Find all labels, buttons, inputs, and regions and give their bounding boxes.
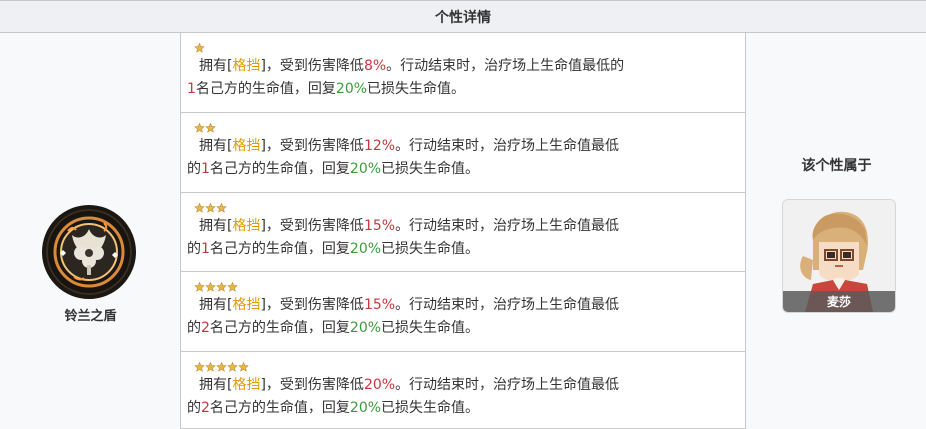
character-name: 麦莎 [783, 291, 895, 312]
target-count: 2 [201, 320, 210, 336]
owner-label: 该个性属于 [801, 158, 872, 174]
lily-shield-icon [42, 205, 136, 299]
trait-name: 铃兰之盾 [64, 309, 117, 324]
star-icon [227, 278, 238, 292]
heal-value: 20% [335, 81, 368, 97]
owner-column: 该个性属于 麦莎 [745, 33, 926, 429]
desc-text: 。行动结束时，治疗场上生命值最低 [395, 138, 620, 154]
desc-text: 。行动结束时，治疗场上生命值最低 [395, 377, 620, 393]
desc-text: 名己方的生命值，回复 [209, 400, 350, 416]
trait-level-description: 拥有[格挡]，受到伤害降低8%。行动结束时，治疗场上生命值最低的 1名己方的生命值… [187, 55, 737, 101]
desc-text: 名己方的生命值，回复 [209, 161, 350, 177]
desc-text: 。行动结束时，治疗场上生命值最低 [395, 218, 620, 234]
desc-text: ]，受到伤害降低 [260, 297, 364, 313]
star-icon [194, 358, 205, 372]
keyword-block[interactable]: 格挡 [232, 218, 260, 234]
star-icon [205, 278, 216, 292]
levels-column: 拥有[格挡]，受到伤害降低8%。行动结束时，治疗场上生命值最低的 1名己方的生命值… [181, 33, 745, 429]
desc-text: 拥有[ [199, 297, 233, 313]
star-icon [194, 278, 205, 292]
heal-value: 20% [349, 400, 382, 416]
trait-level-description: 拥有[格挡]，受到伤害降低15%。行动结束时，治疗场上生命值最低的1名己方的生命… [187, 215, 737, 261]
star-icon [194, 39, 205, 53]
damage-reduction-value: 20% [363, 377, 396, 393]
desc-text: 的 [187, 400, 201, 416]
character-card[interactable]: 麦莎 [782, 199, 896, 313]
desc-text: ]，受到伤害降低 [260, 58, 364, 74]
desc-text: 已损失生命值。 [381, 400, 480, 416]
damage-reduction-value: 8% [363, 58, 387, 74]
star-icon [194, 199, 205, 213]
desc-text: ]，受到伤害降低 [260, 138, 364, 154]
desc-text: 。行动结束时，治疗场上生命值最低的 [386, 58, 625, 74]
star-rating [194, 199, 737, 215]
heal-value: 20% [349, 161, 382, 177]
desc-text: 的 [187, 241, 201, 257]
desc-text: 名己方的生命值，回复 [209, 320, 350, 336]
keyword-block[interactable]: 格挡 [232, 138, 260, 154]
desc-text: ]，受到伤害降低 [260, 377, 364, 393]
star-rating [194, 39, 737, 55]
damage-reduction-value: 15% [363, 297, 396, 313]
trait-column: 铃兰之盾 [0, 33, 181, 429]
star-icon [216, 278, 227, 292]
desc-text: 已损失生命值。 [381, 161, 480, 177]
trait-level-row: 拥有[格挡]，受到伤害降低20%。行动结束时，治疗场上生命值最低 的2名己方的生命… [181, 352, 745, 429]
star-icon [238, 358, 249, 372]
trait-level-row: 拥有[格挡]，受到伤害降低15%。行动结束时，治疗场上生命值最低的2名己方的生命… [181, 272, 745, 352]
desc-text: 已损失生命值。 [367, 81, 466, 97]
desc-text: 的 [187, 320, 201, 336]
star-icon [216, 358, 227, 372]
trait-level-row: 拥有[格挡]，受到伤害降低15%。行动结束时，治疗场上生命值最低的1名己方的生命… [181, 193, 745, 272]
star-rating [194, 119, 737, 135]
desc-text: 拥有[ [199, 218, 233, 234]
target-count: 1 [187, 81, 196, 97]
desc-text: 名己方的生命值，回复 [209, 241, 350, 257]
desc-text: ]，受到伤害降低 [260, 218, 364, 234]
star-icon [205, 119, 216, 133]
target-count: 1 [201, 241, 210, 257]
star-icon [205, 358, 216, 372]
trait-level-description: 拥有[格挡]，受到伤害降低15%。行动结束时，治疗场上生命值最低的2名己方的生命… [187, 294, 737, 340]
desc-text: 拥有[ [199, 138, 233, 154]
desc-text: 拥有[ [199, 377, 233, 393]
star-icon [216, 199, 227, 213]
target-count: 1 [201, 161, 210, 177]
trait-level-description: 拥有[格挡]，受到伤害降低12%。行动结束时，治疗场上生命值最低的1名己方的生命… [187, 135, 737, 181]
target-count: 2 [201, 400, 210, 416]
desc-text: 名己方的生命值，回复 [195, 81, 336, 97]
heal-value: 20% [349, 241, 382, 257]
trait-level-row: 拥有[格挡]，受到伤害降低12%。行动结束时，治疗场上生命值最低的1名己方的生命… [181, 113, 745, 193]
table-header: 个性详情 [0, 1, 926, 33]
trait-level-description: 拥有[格挡]，受到伤害降低20%。行动结束时，治疗场上生命值最低 的2名己方的生命… [187, 374, 737, 420]
desc-text: 拥有[ [199, 58, 233, 74]
keyword-block[interactable]: 格挡 [232, 297, 260, 313]
desc-text: 已损失生命值。 [381, 241, 480, 257]
heal-value: 20% [349, 320, 382, 336]
header-title: 个性详情 [435, 9, 491, 26]
desc-text: 的 [187, 161, 201, 177]
desc-text: 已损失生命值。 [381, 320, 480, 336]
trait-detail-table: 个性详情 铃兰之盾 拥有[格挡]，受到伤害降低8%。行动结束时，治疗场上生命值最… [0, 0, 926, 429]
trait-level-row: 拥有[格挡]，受到伤害降低8%。行动结束时，治疗场上生命值最低的 1名己方的生命值… [181, 33, 745, 113]
star-icon [205, 199, 216, 213]
star-rating [194, 278, 737, 294]
keyword-block[interactable]: 格挡 [232, 58, 260, 74]
damage-reduction-value: 12% [363, 138, 396, 154]
keyword-block[interactable]: 格挡 [232, 377, 260, 393]
star-icon [194, 119, 205, 133]
desc-text: 。行动结束时，治疗场上生命值最低 [395, 297, 620, 313]
damage-reduction-value: 15% [363, 218, 396, 234]
star-rating [194, 358, 737, 374]
star-icon [227, 358, 238, 372]
